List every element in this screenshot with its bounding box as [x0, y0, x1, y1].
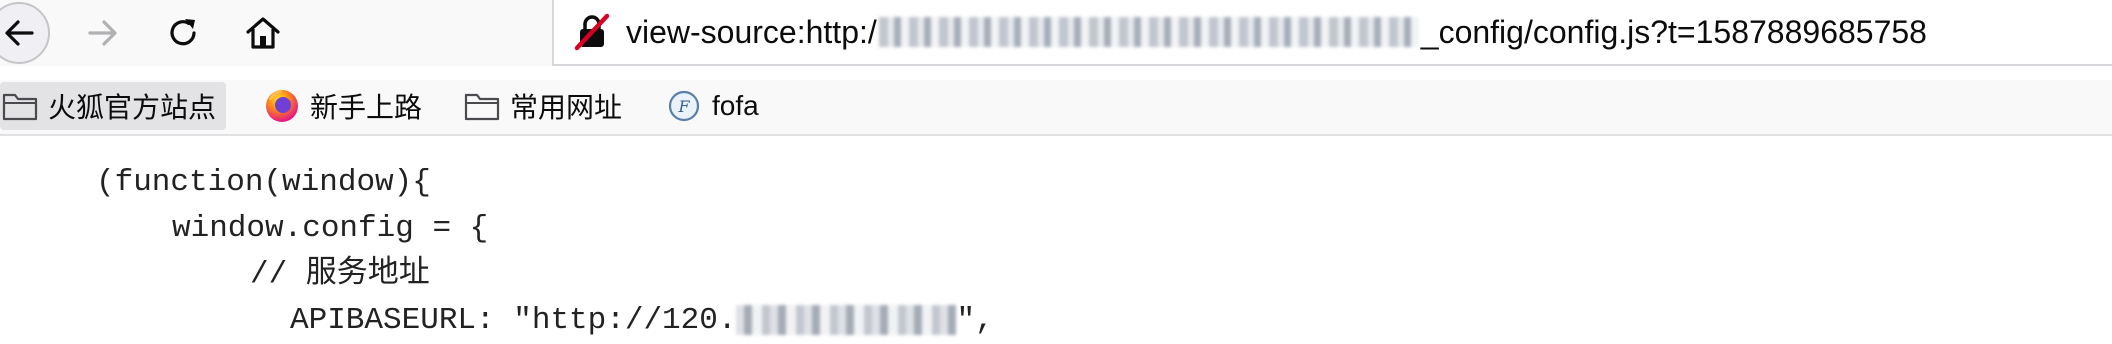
- bookmark-common-sites[interactable]: 常用网址: [462, 82, 622, 130]
- bookmarks-toolbar: 火狐官方站点 新手上路 常用网址 F fofa: [0, 80, 2112, 136]
- bookmark-label: fofa: [712, 90, 759, 121]
- bookmark-getting-started[interactable]: 新手上路: [262, 82, 422, 130]
- navigation-toolbar: view-source:http:/ _config/config.js?t=1…: [0, 0, 2112, 66]
- home-button[interactable]: [232, 2, 294, 64]
- source-line: // 服务地址: [250, 257, 430, 292]
- firefox-icon: [262, 89, 302, 123]
- back-button[interactable]: [0, 2, 50, 64]
- bookmark-fofa[interactable]: F fofa: [664, 82, 759, 130]
- reload-icon: [170, 19, 196, 46]
- bookmark-label: 常用网址: [510, 92, 623, 123]
- insecure-lock-icon[interactable]: [572, 12, 612, 52]
- source-line: (function(window){: [96, 165, 431, 200]
- arrow-left-icon: [5, 20, 34, 46]
- url-text[interactable]: view-source:http:/ _config/config.js?t=1…: [626, 14, 1927, 51]
- arrow-right-icon: [88, 20, 117, 46]
- source-line: APIBASEURL: "http://120. ",: [290, 298, 994, 344]
- redacted-url-segment: [878, 17, 1419, 47]
- reload-button[interactable]: [152, 2, 214, 64]
- source-line: window.config = {: [172, 211, 489, 246]
- svg-text:F: F: [677, 97, 690, 116]
- url-prefix: view-source:http:/: [626, 13, 877, 50]
- folder-icon: [0, 89, 40, 123]
- home-icon: [246, 17, 280, 49]
- fofa-icon: F: [664, 89, 704, 123]
- bookmark-firefox-official[interactable]: 火狐官方站点: [0, 82, 227, 130]
- redacted-ip-segment: [736, 304, 957, 335]
- folder-icon: [462, 89, 502, 123]
- url-suffix: _config/config.js?t=1587889685758: [1420, 13, 1927, 50]
- forward-button[interactable]: [72, 2, 134, 64]
- source-text: ",: [956, 303, 994, 338]
- source-text: APIBASEURL: "http://120.: [290, 303, 737, 338]
- url-bar[interactable]: view-source:http:/ _config/config.js?t=1…: [552, 0, 2112, 66]
- bookmark-label: 新手上路: [310, 92, 423, 123]
- bookmark-label: 火狐官方站点: [48, 92, 217, 123]
